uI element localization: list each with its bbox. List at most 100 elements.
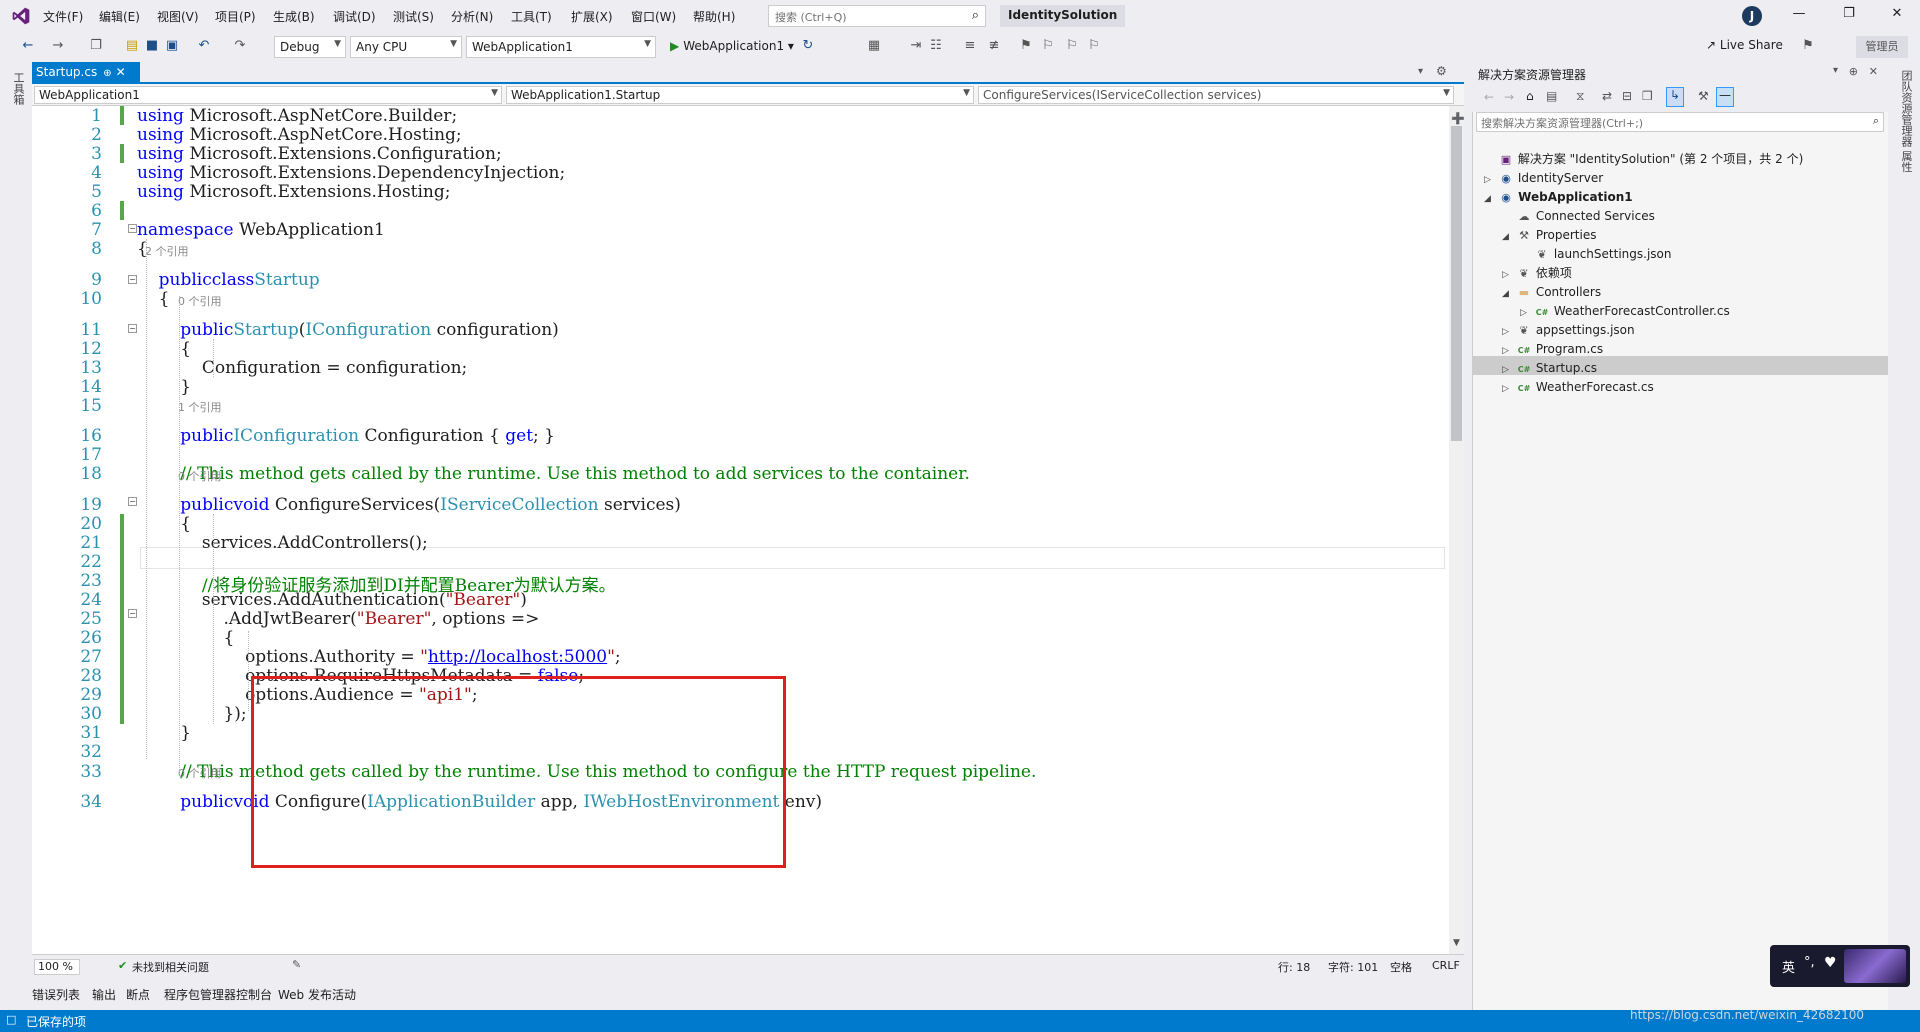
solution-search-input[interactable]: 搜索解决方案资源管理器(Ctrl+;) ⌕ (1476, 112, 1884, 132)
feedback-icon[interactable]: ⚑ (1800, 38, 1816, 53)
code-line[interactable]: options.Authority = "http://localhost:50… (137, 647, 621, 667)
scroll-down-icon[interactable]: ▼ (1453, 938, 1460, 948)
browser-link-icon[interactable]: ▦ (866, 38, 882, 53)
pin-icon[interactable]: ⊕ (1849, 65, 1858, 78)
tree-weatherforecastcontroller[interactable]: ▷ C# WeatherForecastController.cs (1520, 302, 1730, 321)
menu-tools[interactable]: 工具(T) (511, 8, 552, 25)
hierarchy-icon[interactable]: ☷ (928, 38, 944, 53)
home-icon[interactable]: ⌂ (1526, 89, 1534, 103)
code-lens-references[interactable]: 0 个引用 (178, 468, 222, 484)
tree-launchsettings[interactable]: ❦ launchSettings.json (1520, 245, 1671, 264)
ime-skin-icon[interactable]: ♥ (1824, 955, 1837, 971)
tab-web-publish[interactable]: Web 发布活动 (278, 986, 356, 1003)
code-line[interactable]: services.AddControllers(); (137, 533, 428, 553)
search-input[interactable]: 搜索 (Ctrl+Q) ⌕ (768, 5, 986, 27)
tree-program-cs[interactable]: ▷ C# Program.cs (1502, 340, 1603, 359)
tree-dependencies[interactable]: ▷ ❦ 依赖项 (1502, 264, 1572, 283)
minimize-button[interactable]: — (1784, 6, 1814, 26)
expand-arrow-icon[interactable]: ▷ (1502, 380, 1516, 399)
ime-punct-icon[interactable]: °, (1804, 955, 1815, 970)
properties-wrench-icon[interactable]: ⚒ (1698, 89, 1709, 103)
expand-arrow-icon[interactable]: ◢ (1502, 285, 1516, 304)
code-line[interactable]: services.AddAuthentication("Bearer") (137, 590, 527, 610)
tab-list-icon[interactable]: ▾ (1418, 66, 1423, 77)
configuration-select[interactable]: Debug ▼ (274, 36, 346, 58)
collapse-icon[interactable]: − (128, 275, 137, 284)
track-active-icon[interactable]: ↳ (1666, 87, 1684, 107)
forward-icon[interactable]: → (1504, 90, 1514, 104)
menu-project[interactable]: 项目(P) (215, 8, 256, 25)
code-lens-references[interactable]: 0 个引用 (178, 765, 222, 781)
menu-extensions[interactable]: 扩展(X) (571, 8, 613, 25)
eol-indicator[interactable]: CRLF (1432, 959, 1460, 972)
code-line[interactable]: // This method gets called by the runtim… (137, 464, 970, 484)
code-line[interactable]: publicvoid ConfigureServices(IServiceCol… (137, 495, 681, 515)
tab-startup-cs[interactable]: Startup.cs ⊕ ✕ (32, 62, 140, 84)
code-lens-references[interactable]: 2 个引用 (145, 243, 189, 259)
tree-startup-cs[interactable]: ▷ C# Startup.cs (1502, 359, 1597, 378)
menu-build[interactable]: 生成(B) (273, 8, 315, 25)
preview-icon[interactable]: — (1716, 87, 1734, 107)
forward-icon[interactable]: → (50, 38, 66, 53)
type-nav-combo[interactable]: WebApplication1.Startup ▼ (506, 86, 974, 104)
menu-help[interactable]: 帮助(H) (693, 8, 735, 25)
toolbox-strip[interactable]: 工具箱 (0, 62, 32, 1010)
tree-connected-services[interactable]: ☁ Connected Services (1502, 207, 1655, 226)
avatar[interactable]: J (1742, 6, 1762, 26)
tab-breakpoints[interactable]: 断点 (126, 986, 150, 1003)
code-line[interactable]: publicclassStartup (137, 270, 320, 290)
link-token[interactable]: http://localhost:5000 (428, 647, 607, 667)
menu-view[interactable]: 视图(V) (157, 8, 199, 25)
close-icon[interactable]: ✕ (116, 65, 126, 79)
scrollbar-thumb[interactable] (1451, 126, 1462, 441)
step-icon[interactable]: ⇥ (908, 38, 924, 53)
right-tool-strip[interactable]: 团队资源管理器 属性 (1888, 62, 1920, 1010)
code-line[interactable]: using Microsoft.Extensions.Hosting; (137, 182, 451, 202)
project-nav-combo[interactable]: WebApplication1 ▼ (34, 86, 502, 104)
collapse-icon[interactable]: − (128, 609, 137, 618)
collapse-icon[interactable]: − (128, 497, 137, 506)
code-line[interactable]: using Microsoft.Extensions.DependencyInj… (137, 163, 565, 183)
code-line[interactable]: .AddJwtBearer("Bearer", options => (137, 609, 539, 629)
menu-window[interactable]: 窗口(W) (631, 8, 676, 25)
collapse-icon[interactable]: − (128, 324, 137, 333)
redo-icon[interactable]: ↷ (232, 38, 248, 53)
history-icon[interactable]: ⧖ (1576, 89, 1584, 104)
tree-weatherforecast-cs[interactable]: ▷ C# WeatherForecast.cs (1502, 378, 1654, 397)
new-project-icon[interactable]: ❐ (88, 38, 104, 53)
platform-select[interactable]: Any CPU ▼ (350, 36, 462, 58)
menu-edit[interactable]: 编辑(E) (99, 8, 140, 25)
code-line[interactable]: using Microsoft.Extensions.Configuration… (137, 144, 502, 164)
close-icon[interactable]: ✕ (1869, 65, 1878, 78)
prev-bookmark-icon[interactable]: ⚐ (1040, 38, 1056, 53)
back-icon[interactable]: ← (1484, 90, 1494, 104)
show-all-files-icon[interactable]: ❒ (1642, 89, 1653, 103)
expand-arrow-icon[interactable]: ◢ (1484, 190, 1498, 209)
tree-project-webapplication1[interactable]: ◢ ◉ WebApplication1 (1484, 188, 1633, 207)
code-line[interactable]: Configuration = configuration; (137, 358, 467, 378)
restore-button[interactable]: ❐ (1834, 6, 1864, 26)
save-icon[interactable]: ■ (144, 38, 160, 53)
code-lens-references[interactable]: 0 个引用 (178, 293, 222, 309)
ime-language[interactable]: 英 (1782, 957, 1795, 976)
code-line[interactable]: using Microsoft.AspNetCore.Builder; (137, 106, 457, 126)
split-icon[interactable]: ➕ (1451, 112, 1465, 125)
clear-bookmarks-icon[interactable]: ⚐ (1086, 38, 1102, 53)
tree-solution[interactable]: ▣ 解决方案 "IdentitySolution" (第 2 个项目，共 2 个… (1484, 150, 1803, 169)
tree-project-identityserver[interactable]: ▷ ◉ IdentityServer (1484, 169, 1603, 188)
code-line[interactable]: }); (137, 704, 246, 724)
switch-views-icon[interactable]: ▤ (1546, 89, 1557, 103)
undo-icon[interactable]: ↶ (196, 38, 212, 53)
pin-icon[interactable]: ⊕ (103, 68, 111, 79)
refresh-icon[interactable]: ↻ (800, 38, 816, 53)
issues-status[interactable]: 未找到相关问题 (132, 959, 209, 975)
tab-package-manager-console[interactable]: 程序包管理器控制台 (164, 986, 272, 1003)
bookmark-icon[interactable]: ⚑ (1018, 38, 1034, 53)
code-lens-references[interactable]: 1 个引用 (178, 399, 222, 415)
whitespace-indicator[interactable]: 空格 (1390, 959, 1412, 975)
next-bookmark-icon[interactable]: ⚐ (1064, 38, 1080, 53)
code-line[interactable]: using Microsoft.AspNetCore.Hosting; (137, 125, 462, 145)
menu-test[interactable]: 测试(S) (393, 8, 434, 25)
tab-error-list[interactable]: 错误列表 (32, 986, 80, 1003)
live-share-button[interactable]: ↗ Live Share (1706, 38, 1783, 52)
